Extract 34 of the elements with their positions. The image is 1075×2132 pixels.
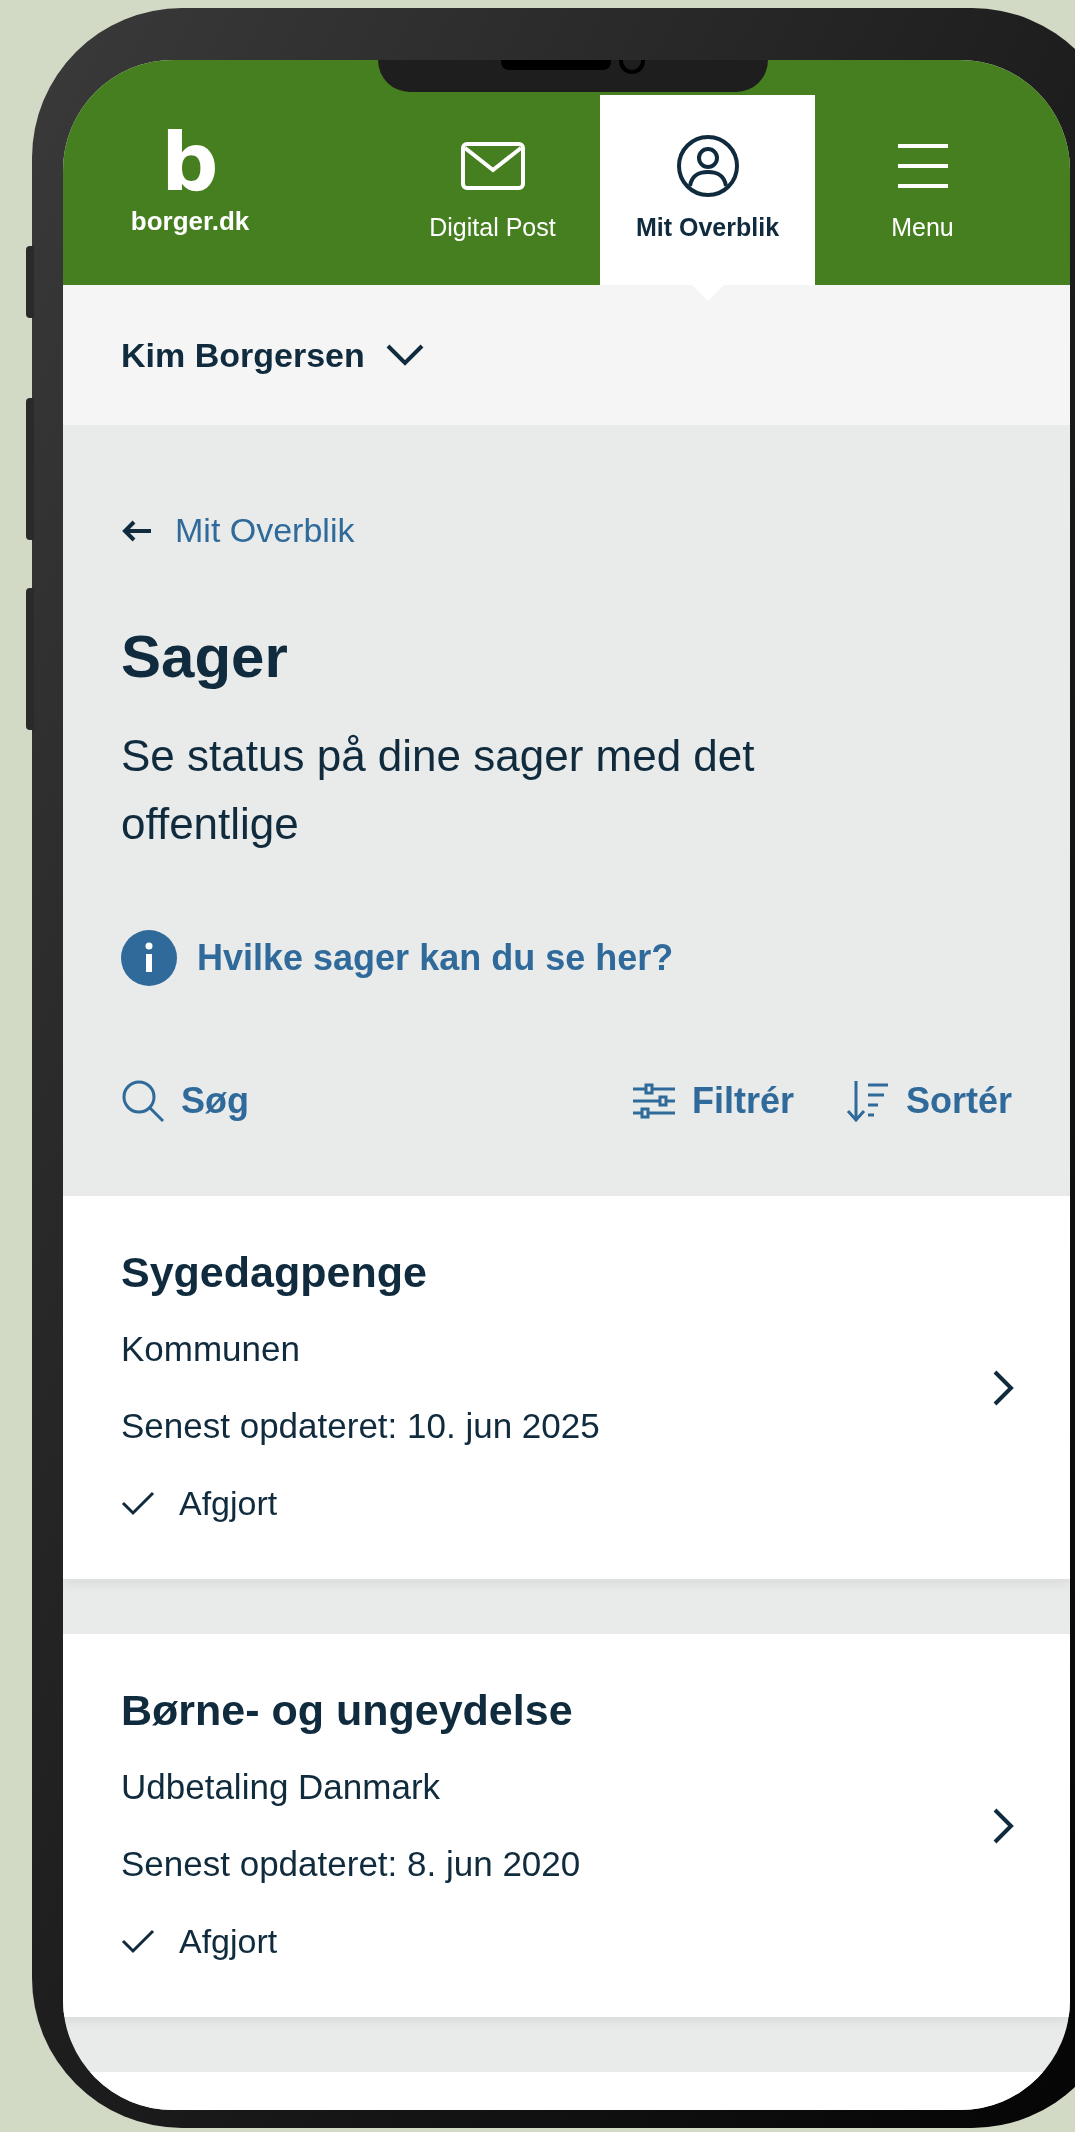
sliders-icon: [631, 1083, 676, 1119]
nav-tab[interactable]: Digital Post: [385, 95, 600, 285]
arrow-left-icon: [121, 518, 153, 543]
back-link[interactable]: Mit Overblik: [121, 505, 1012, 556]
case-status: Afgjort: [179, 1483, 278, 1524]
case-status: Afgjort: [179, 1921, 278, 1962]
case-title: Børne- og ungeydelse: [121, 1685, 574, 1736]
sort-icon: [845, 1079, 890, 1123]
check-icon: [121, 1490, 155, 1516]
case-card[interactable]: Børne- og ungeydelse Udbetaling Danmark Senest opdateret: 8. jun 2020 Afgjort: [63, 1634, 1070, 2017]
case-updated: Senest opdateret: 8. jun 2020: [121, 1843, 581, 1885]
user-icon: [675, 134, 740, 199]
info-icon: [121, 930, 177, 986]
chevron-right-icon: [992, 1368, 1014, 1407]
user-selector[interactable]: Kim Borgersen: [121, 329, 425, 381]
chevron-right-icon: [992, 1806, 1014, 1845]
menu-icon: [895, 142, 950, 191]
nav-tab[interactable]: Menu: [815, 95, 1030, 285]
case-authority: Udbetaling Danmark: [121, 1766, 442, 1808]
chevron-down-icon: [384, 343, 425, 367]
case-title: Sygedagpenge: [121, 1247, 428, 1298]
info-link[interactable]: Hvilke sager kan du se her?: [121, 930, 1012, 986]
search-icon: [121, 1079, 165, 1123]
nav-tab[interactable]: Mit Overblik: [600, 95, 815, 285]
case-updated: Senest opdateret: 10. jun 2025: [121, 1405, 600, 1447]
page-title: Sager: [121, 622, 289, 692]
sort-button[interactable]: Sortér: [845, 1074, 1012, 1128]
check-icon: [121, 1928, 155, 1954]
case-authority: Kommunen: [121, 1328, 301, 1370]
page-description: Se status på dine sager med det offentlige: [121, 730, 756, 850]
case-card[interactable]: Sygedagpenge Kommunen Senest opdateret: 10. jun 2025 Afgjort: [63, 1196, 1070, 1579]
envelope-icon: [460, 142, 525, 191]
search-button[interactable]: Søg: [121, 1074, 249, 1128]
filter-button[interactable]: Filtrér: [631, 1074, 794, 1128]
